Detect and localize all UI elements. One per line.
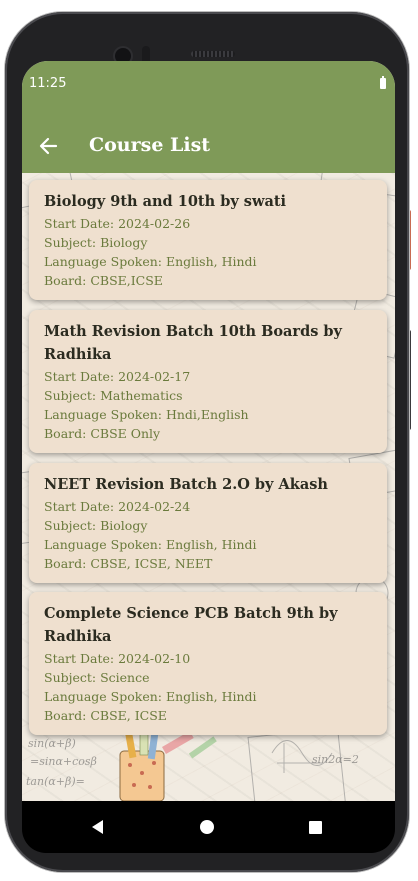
course-subject: Subject: Biology (44, 235, 148, 250)
course-title: Complete Science PCB Batch 9th by Radhik… (44, 605, 338, 645)
app-screen: 11:25 Course List sin(α+β) =sinα+cosβ ta… (22, 61, 395, 801)
course-board: Board: CBSE,ICSE (44, 273, 163, 288)
course-language: Language Spoken: Hndi,English (44, 407, 249, 422)
course-title: Math Revision Batch 10th Boards by Radhi… (44, 323, 342, 363)
course-card[interactable]: Biology 9th and 10th by swati Start Date… (29, 180, 387, 300)
course-language: Language Spoken: English, Hindi (44, 254, 257, 269)
course-card[interactable]: NEET Revision Batch 2.O by Akash Start D… (29, 463, 387, 583)
course-start-date: Start Date: 2024-02-17 (44, 369, 191, 384)
course-board: Board: CBSE Only (44, 426, 161, 441)
course-board: Board: CBSE, ICSE, NEET (44, 556, 213, 571)
course-subject: Subject: Science (44, 670, 150, 685)
course-subject: Subject: Mathematics (44, 388, 183, 403)
earpiece-speaker (191, 51, 235, 57)
course-board: Board: CBSE, ICSE (44, 708, 167, 723)
nav-back-icon[interactable] (90, 819, 106, 839)
doodle-formula-4: sin2α=2 (312, 753, 359, 766)
doodle-formula-3: tan(α+β)= (26, 775, 85, 788)
course-card[interactable]: Math Revision Batch 10th Boards by Radhi… (29, 310, 387, 453)
doodle-formula-2: =sinα+cosβ (30, 755, 97, 768)
status-time: 11:25 (29, 76, 67, 91)
course-title: Biology 9th and 10th by swati (44, 193, 287, 210)
back-arrow-icon[interactable] (36, 134, 60, 158)
course-start-date: Start Date: 2024-02-24 (44, 499, 191, 514)
doodle-formula-1: sin(α+β) (28, 737, 76, 750)
system-nav-bar (22, 801, 395, 853)
page-title: Course List (89, 134, 211, 156)
course-title: NEET Revision Batch 2.O by Akash (44, 476, 328, 493)
app-bar: 11:25 Course List (22, 61, 395, 173)
battery-icon (380, 76, 386, 89)
course-start-date: Start Date: 2024-02-26 (44, 216, 191, 231)
nav-recents-icon[interactable] (309, 821, 322, 834)
course-card[interactable]: Complete Science PCB Batch 9th by Radhik… (29, 592, 387, 735)
nav-home-icon[interactable] (200, 820, 214, 834)
course-language: Language Spoken: English, Hindi (44, 537, 257, 552)
course-language: Language Spoken: English, Hindi (44, 689, 257, 704)
course-start-date: Start Date: 2024-02-10 (44, 651, 191, 666)
course-list[interactable]: sin(α+β) =sinα+cosβ tan(α+β)= sin2α=2 2π… (22, 173, 395, 801)
course-subject: Subject: Biology (44, 518, 148, 533)
